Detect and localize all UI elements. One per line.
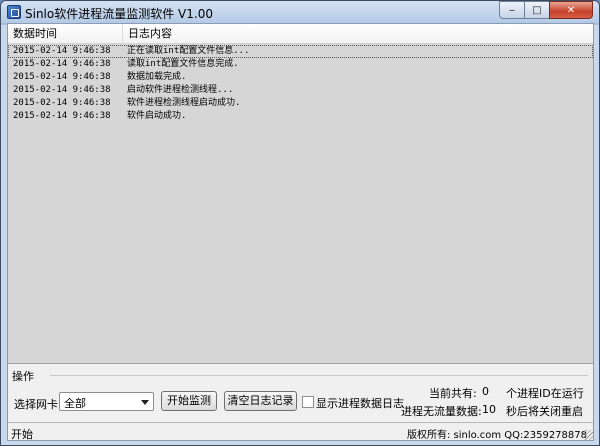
copyright-text: 版权所有: sinlo.com QQ:2359278878 bbox=[406, 430, 587, 441]
close-button[interactable]: ✕ bbox=[549, 1, 593, 19]
restart-label: 秒后将关闭重启 bbox=[506, 405, 583, 418]
current-total-label: 当前共有: bbox=[429, 387, 477, 400]
running-label: 个进程ID在运行 bbox=[506, 387, 584, 400]
log-row[interactable]: 2015-02-14 9:46:38 软件启动成功. bbox=[8, 110, 593, 123]
window-controls: ‒ □ ✕ bbox=[499, 1, 593, 21]
no-traffic-value: 10 bbox=[482, 403, 496, 416]
nic-select[interactable]: 全部 bbox=[59, 392, 154, 411]
log-row-time: 2015-02-14 9:46:38 bbox=[13, 59, 111, 69]
log-row-time: 2015-02-14 9:46:38 bbox=[13, 46, 111, 56]
title-bar[interactable]: Sinlo软件进程流量监测软件 V1.00 ‒ □ ✕ bbox=[1, 1, 599, 23]
nic-select-value: 全部 bbox=[64, 397, 86, 410]
log-row[interactable]: 2015-02-14 9:46:38 启动软件进程检测线程... bbox=[8, 84, 593, 97]
log-row-time: 2015-02-14 9:46:38 bbox=[13, 98, 111, 108]
window-title: Sinlo软件进程流量监测软件 V1.00 bbox=[25, 7, 213, 21]
status-bar: 开始 版权所有: sinlo.com QQ:2359278878 bbox=[8, 422, 593, 441]
status-text: 开始 bbox=[11, 428, 33, 441]
log-row-time: 2015-02-14 9:46:38 bbox=[13, 72, 111, 82]
clear-log-button[interactable]: 清空日志记录 bbox=[224, 391, 297, 411]
client-area: 数据时间 日志内容 2015-02-14 9:46:38 正在读取int配置文件信… bbox=[7, 23, 594, 441]
show-process-log-label: 显示进程数据日志 bbox=[316, 397, 404, 410]
log-row[interactable]: 2015-02-14 9:46:38 数据加载完成. bbox=[8, 71, 593, 84]
log-row-message: 启动软件进程检测线程... bbox=[127, 85, 234, 95]
resize-grip-icon[interactable] bbox=[583, 430, 593, 440]
show-process-log-checkbox[interactable] bbox=[302, 396, 314, 408]
column-header-message[interactable]: 日志内容 bbox=[123, 24, 593, 44]
operations-group-label: 操作 bbox=[12, 370, 34, 383]
column-header-time[interactable]: 数据时间 bbox=[8, 24, 123, 44]
log-row[interactable]: 2015-02-14 9:46:38 正在读取int配置文件信息... bbox=[8, 45, 593, 58]
log-row-message: 读取int配置文件信息完成. bbox=[127, 59, 239, 69]
no-traffic-label: 进程无流量数据: bbox=[401, 405, 482, 418]
start-monitor-button[interactable]: 开始监测 bbox=[161, 391, 217, 411]
app-icon bbox=[7, 5, 21, 19]
chevron-down-icon bbox=[141, 400, 149, 405]
log-row[interactable]: 2015-02-14 9:46:38 软件进程检测线程启动成功. bbox=[8, 97, 593, 110]
log-row-time: 2015-02-14 9:46:38 bbox=[13, 85, 111, 95]
log-row[interactable]: 2015-02-14 9:46:38 读取int配置文件信息完成. bbox=[8, 58, 593, 71]
log-rows: 2015-02-14 9:46:38 正在读取int配置文件信息... 2015-0… bbox=[8, 45, 593, 123]
main-window: Sinlo软件进程流量监测软件 V1.00 ‒ □ ✕ 数据时间 日志内容 20… bbox=[0, 0, 600, 446]
minimize-button[interactable]: ‒ bbox=[499, 1, 525, 19]
log-row-message: 正在读取int配置文件信息... bbox=[127, 46, 250, 56]
log-row-message: 软件进程检测线程启动成功. bbox=[127, 98, 241, 108]
log-row-message: 软件启动成功. bbox=[127, 111, 187, 121]
log-list[interactable]: 数据时间 日志内容 2015-02-14 9:46:38 正在读取int配置文件信… bbox=[8, 24, 593, 364]
log-row-message: 数据加载完成. bbox=[127, 72, 187, 82]
maximize-button[interactable]: □ bbox=[524, 1, 550, 19]
log-header: 数据时间 日志内容 bbox=[8, 24, 593, 44]
log-row-time: 2015-02-14 9:46:38 bbox=[13, 111, 111, 121]
current-total-value: 0 bbox=[482, 385, 489, 398]
operations-divider bbox=[50, 375, 588, 376]
nic-label: 选择网卡 bbox=[14, 398, 58, 411]
